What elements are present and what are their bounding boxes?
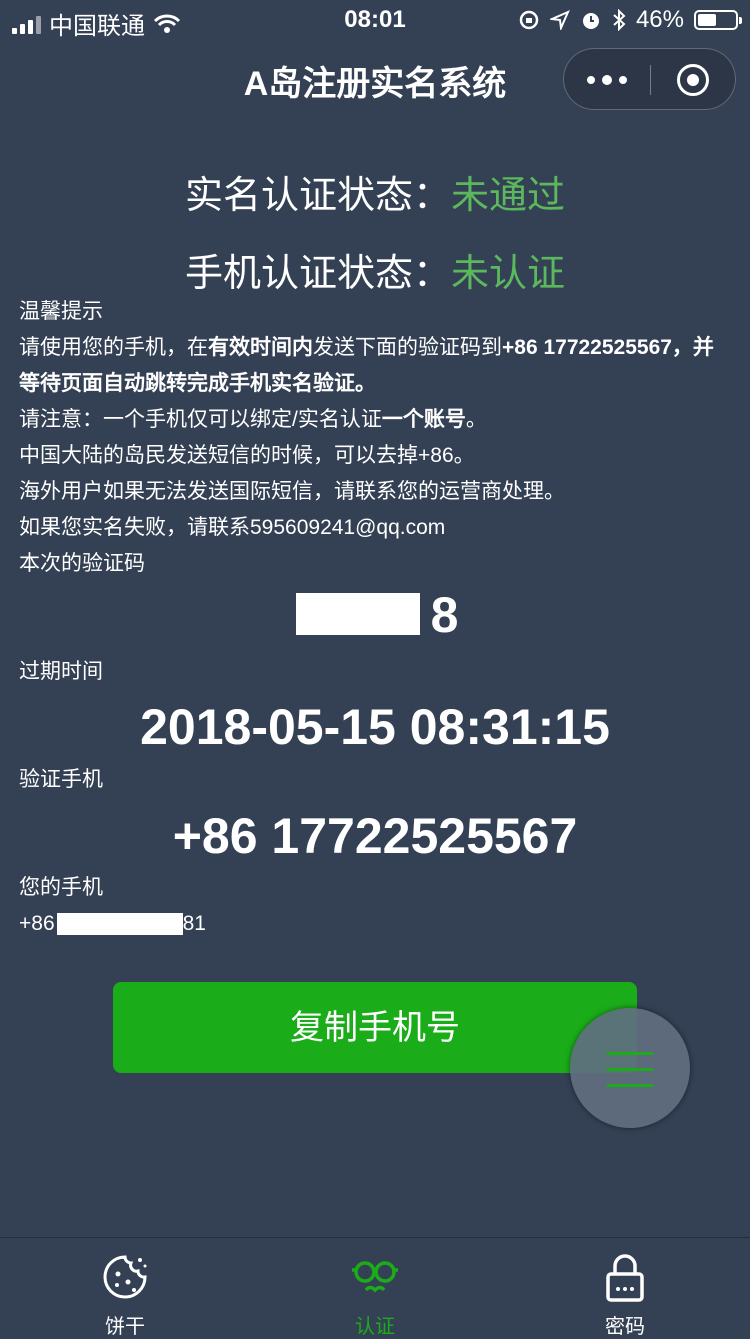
tips-text: 请使用您的手机，在 — [19, 336, 208, 359]
status-right: 46% — [518, 6, 742, 34]
tips-block: 温馨提示 请使用您的手机，在有效时间内发送下面的验证码到+86 17722525… — [19, 294, 734, 582]
my-phone-label: 您的手机 — [19, 876, 103, 899]
tab-label: 饼干 — [105, 1316, 145, 1338]
alarm-icon — [582, 13, 599, 29]
tab-label: 密码 — [605, 1316, 645, 1338]
my-phone-value: +86 81 — [19, 906, 734, 942]
phone-status: 手机认证状态：未认证 — [0, 242, 750, 297]
realname-status: 实名认证状态：未通过 — [0, 164, 750, 219]
verify-phone-label: 验证手机 — [19, 768, 103, 791]
my-phone-suffix: 81 — [182, 912, 206, 935]
phone-status-value: 未认证 — [451, 253, 566, 295]
copy-phone-button[interactable]: 复制手机号 — [113, 982, 637, 1073]
lock-icon — [606, 1254, 644, 1302]
tips-line-2: 请注意：一个手机仅可以绑定/实名认证一个账号。 — [19, 402, 734, 438]
glasses-icon — [352, 1261, 398, 1293]
close-button[interactable] — [677, 64, 709, 96]
tab-auth[interactable]: 认证 — [250, 1238, 500, 1338]
phone-status-label: 手机认证状态： — [184, 253, 451, 295]
tips-text: 发送下面的验证码到 — [313, 336, 502, 359]
tab-cookie[interactable]: 饼干 — [0, 1238, 250, 1338]
tab-bar: 饼干 认证 密码 — [0, 1237, 750, 1338]
my-phone-prefix: +86 — [19, 912, 55, 935]
more-button[interactable] — [564, 49, 650, 111]
tips-line-5: 如果您实名失败，请联系595609241@qq.com — [19, 516, 446, 539]
realname-status-value: 未通过 — [451, 175, 566, 217]
expire-label: 过期时间 — [19, 660, 103, 683]
bluetooth-icon — [613, 9, 626, 31]
tab-label: 认证 — [355, 1316, 395, 1338]
tips-line-3: 中国大陆的岛民发送短信的时候，可以去掉+86。 — [19, 444, 475, 467]
rotation-lock-icon — [519, 10, 539, 30]
capsule-divider — [650, 65, 651, 95]
code-visible-digit: 8 — [430, 587, 459, 643]
floating-menu-button[interactable] — [570, 1008, 690, 1128]
tips-heading: 温馨提示 — [19, 300, 103, 323]
battery-percent: 46% — [635, 6, 684, 33]
cookie-icon — [103, 1255, 147, 1299]
expire-value: 2018-05-15 08:31:15 — [140, 699, 610, 755]
menu-icon — [607, 1052, 653, 1055]
code-label: 本次的验证码 — [19, 552, 145, 575]
mini-program-capsule — [563, 48, 736, 110]
battery-icon — [694, 10, 742, 30]
tab-password[interactable]: 密码 — [500, 1238, 750, 1338]
verify-phone-value: +86 17722525567 — [172, 808, 578, 864]
my-phone-redaction — [56, 913, 183, 936]
tips-line-4: 海外用户如果无法发送国际短信，请联系您的运营商处理。 — [19, 480, 565, 503]
tips-text: 请注意：一个手机仅可以绑定/实名认证 — [19, 408, 382, 431]
code-redaction — [296, 593, 420, 635]
tips-line-1: 请使用您的手机，在有效时间内发送下面的验证码到+86 17722525567，并… — [19, 330, 734, 402]
tips-text: 。 — [465, 408, 487, 431]
realname-status-label: 实名认证状态： — [184, 175, 451, 217]
location-icon — [549, 10, 570, 30]
status-bar: 中国联通 08:01 46% — [0, 0, 750, 40]
tips-bold: 有效时间内 — [208, 336, 313, 359]
tips-bold: 一个账号 — [381, 408, 466, 431]
